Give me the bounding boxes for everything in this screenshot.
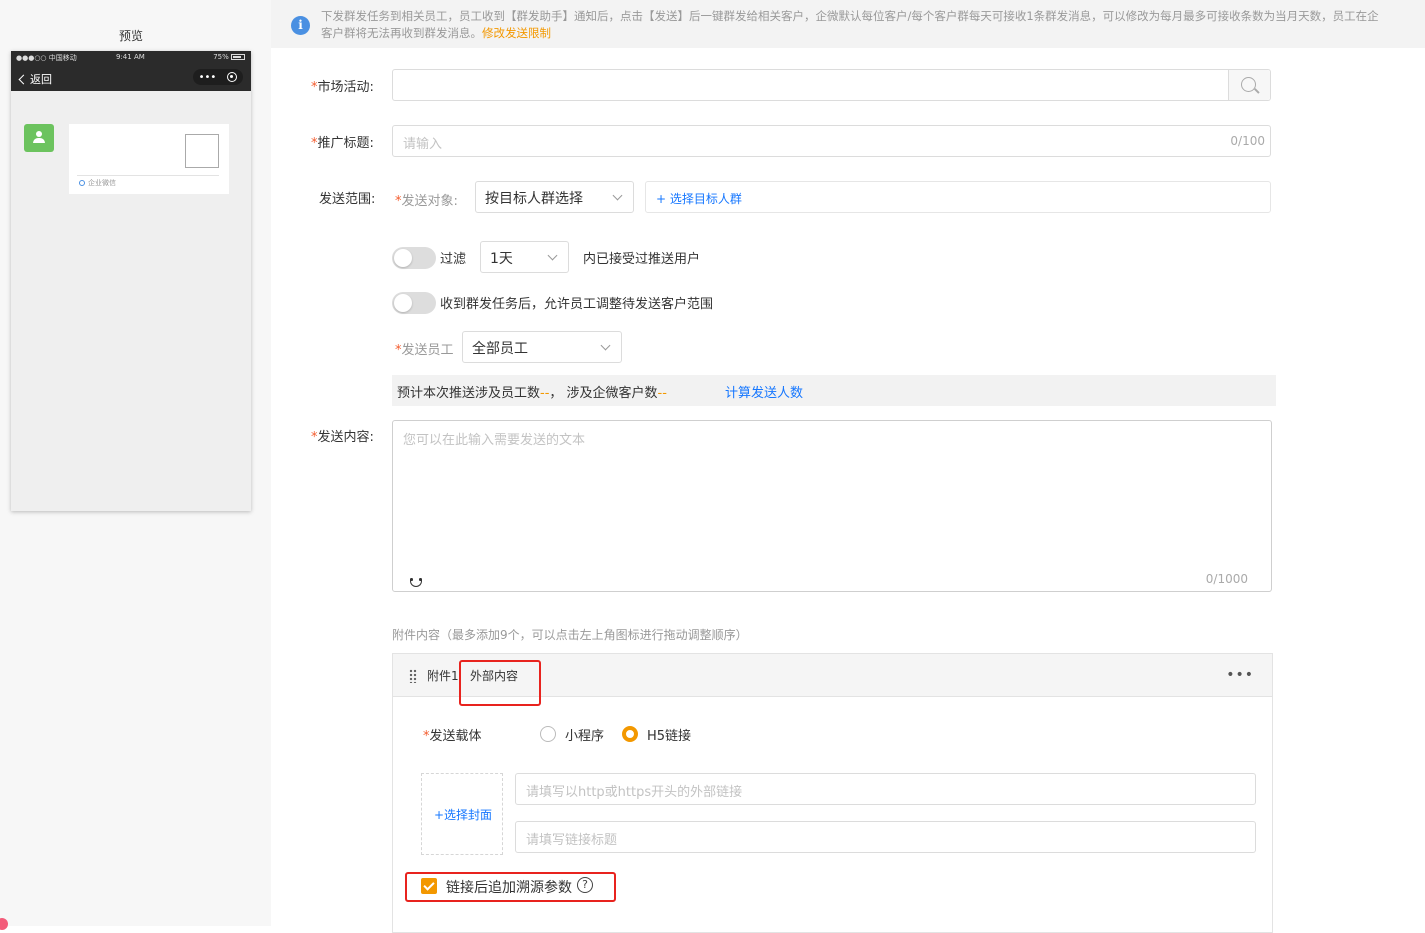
option-h5-label: H5链接 <box>647 729 692 744</box>
more-options-icon[interactable]: ••• <box>1226 667 1254 683</box>
battery-icon <box>231 54 245 60</box>
target-label: *发送对象: <box>395 194 458 209</box>
wecom-icon <box>79 180 85 186</box>
battery-percent: 75% <box>213 53 229 61</box>
filter-suffix: 内已接受过推送用户 <box>583 252 701 267</box>
link-url-input[interactable]: 请填写以http或https开头的外部链接 <box>515 773 1256 805</box>
calc-recipients-link[interactable]: 计算发送人数 <box>725 382 803 401</box>
chevron-down-icon <box>612 190 623 201</box>
content-placeholder: 您可以在此输入需要发送的文本 <box>403 433 586 448</box>
choose-target-group-link[interactable]: + 选择目标人群 <box>656 190 742 207</box>
content-textarea[interactable]: 您可以在此输入需要发送的文本 0/1000 <box>392 420 1272 592</box>
filter-label: 过滤 <box>440 252 467 267</box>
drag-handle-icon[interactable] <box>409 669 417 683</box>
allow-adjust-label: 收到群发任务后，允许员工调整待发送客户范围 <box>440 297 714 312</box>
select-cover-label: +选择封面 <box>434 808 493 822</box>
notice-text: 下发群发任务到相关员工，员工收到【群发助手】通知后，点击【发送】后一键群发给相关… <box>321 8 1425 42</box>
message-card-preview: 企业微信 <box>69 124 229 194</box>
title-input[interactable]: 请输入 0/100 <box>392 125 1271 157</box>
estimate-bar: 预计本次推送涉及员工数--， 涉及企微客户数-- 计算发送人数 <box>392 375 1276 406</box>
info-icon: i <box>291 16 310 35</box>
estimate-staff-count: -- <box>540 386 550 401</box>
target-group-box[interactable]: + 选择目标人群 <box>645 181 1271 213</box>
staff-select-value: 全部员工 <box>472 341 528 357</box>
attachment-hint: 附件内容（最多添加9个，可以点击左上角图标进行拖动调整顺序） <box>392 628 748 642</box>
more-icon[interactable]: ••• <box>199 72 217 83</box>
staff-label: *发送员工 <box>395 343 454 358</box>
carrier-label: *发送载体 <box>423 729 482 744</box>
content-label: *发送内容: <box>311 430 374 445</box>
target-select[interactable]: 按目标人群选择 <box>475 181 634 213</box>
select-cover-button[interactable]: +选择封面 <box>421 773 503 855</box>
highlight-attachment-type <box>459 660 541 706</box>
radio-h5[interactable] <box>622 726 638 742</box>
filter-days-select[interactable]: 1天 <box>480 241 569 273</box>
avatar <box>24 124 54 152</box>
link-title-input[interactable]: 请填写链接标题 <box>515 821 1256 853</box>
link-url-placeholder: 请填写以http或https开头的外部链接 <box>526 785 743 800</box>
staff-select[interactable]: 全部员工 <box>462 331 622 363</box>
activity-label: *市场活动: <box>311 80 374 95</box>
chevron-down-icon <box>547 250 558 261</box>
link-title-placeholder: 请填写链接标题 <box>526 833 618 848</box>
content-char-count: 0/1000 <box>1205 572 1248 586</box>
title-char-count: 0/100 <box>1230 134 1265 148</box>
chevron-down-icon <box>600 340 611 351</box>
miniprogram-capsule[interactable]: ••• <box>193 69 243 85</box>
scope-label: 发送范围: <box>319 192 376 207</box>
estimate-customer-count: -- <box>657 386 667 401</box>
card-footer: 企业微信 <box>79 178 116 188</box>
notice-line2: 客户群将无法再收到群发消息。 <box>321 26 482 40</box>
notice-line1: 下发群发任务到相关员工，员工收到【群发助手】通知后，点击【发送】后一键群发给相关… <box>321 9 1379 23</box>
back-button[interactable]: 返回 <box>18 71 52 87</box>
floating-badge <box>0 918 8 930</box>
phone-mockup: ●●●○○ 中国移动 9:41 AM 75% 返回 ••• 企业微信 <box>11 51 251 511</box>
activity-input[interactable] <box>392 69 1271 101</box>
option-miniprogram-label: 小程序 <box>565 729 605 744</box>
chevron-left-icon <box>18 74 29 84</box>
card-footer-label: 企业微信 <box>88 179 116 187</box>
battery-indicator: 75% <box>213 53 245 61</box>
status-bar: ●●●○○ 中国移动 9:41 AM 75% <box>11 51 251 63</box>
card-thumbnail <box>185 134 219 168</box>
preview-pane: 预览 ●●●○○ 中国移动 9:41 AM 75% 返回 ••• 企业微信 <box>0 0 271 930</box>
status-time: 9:41 AM <box>116 53 145 61</box>
card-divider <box>77 175 219 176</box>
notice-banner: i 下发群发任务到相关员工，员工收到【群发助手】通知后，点击【发送】后一键群发给… <box>271 0 1425 48</box>
highlight-trace-option <box>405 872 616 902</box>
allow-adjust-toggle[interactable] <box>392 292 436 314</box>
preview-title: 预览 <box>118 29 143 43</box>
close-target-icon[interactable] <box>227 72 238 82</box>
attachment-index: 附件1 <box>427 669 459 683</box>
filter-days-value: 1天 <box>490 251 513 267</box>
estimate-text: 预计本次推送涉及员工数--， 涉及企微客户数-- <box>397 386 667 401</box>
back-label: 返回 <box>30 73 52 86</box>
title-placeholder: 请输入 <box>403 137 443 152</box>
target-select-value: 按目标人群选择 <box>485 191 583 207</box>
title-label: *推广标题: <box>311 136 374 151</box>
emoji-icon[interactable] <box>407 573 425 591</box>
modify-limit-link[interactable]: 修改发送限制 <box>482 26 551 40</box>
phone-header: ●●●○○ 中国移动 9:41 AM 75% 返回 ••• <box>11 51 251 91</box>
carrier-text: ●●●○○ 中国移动 <box>16 54 77 62</box>
search-icon <box>1241 77 1256 92</box>
filter-toggle[interactable] <box>392 247 436 269</box>
activity-search-button[interactable] <box>1228 70 1270 100</box>
radio-miniprogram[interactable] <box>540 726 556 742</box>
